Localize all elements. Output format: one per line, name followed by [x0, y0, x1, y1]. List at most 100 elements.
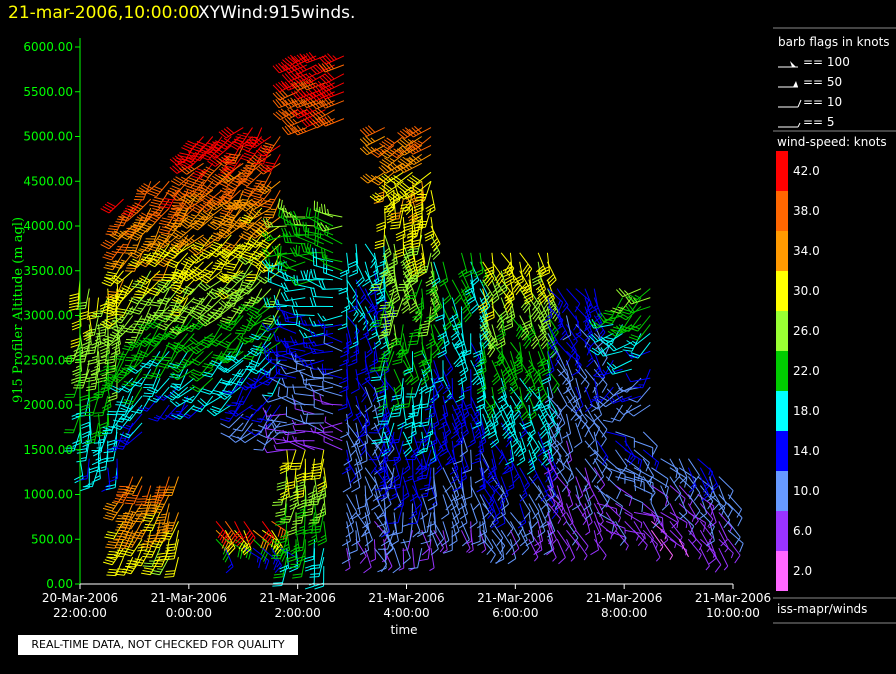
- barb-full-feather: [190, 147, 201, 153]
- barb-full-feather: [80, 487, 90, 492]
- barb-full-feather: [164, 576, 174, 578]
- barb-full-feather: [143, 562, 154, 565]
- barb-full-feather: [147, 534, 158, 537]
- barb-full-feather: [107, 571, 118, 574]
- barb-full-feather: [234, 206, 244, 209]
- barb-full-feather: [390, 212, 401, 215]
- barb-full-feather: [115, 529, 125, 532]
- barb-full-feather: [400, 540, 411, 544]
- barb-full-feather: [126, 338, 136, 341]
- wind-barb: [303, 439, 324, 451]
- barb-half-feather: [163, 323, 170, 327]
- barb-full-feather: [234, 332, 245, 335]
- barb-full-feather: [152, 355, 162, 359]
- barb-full-feather: [162, 312, 173, 314]
- barb-full-feather: [430, 548, 439, 556]
- barb-full-feather: [321, 248, 324, 258]
- barb-shaft: [346, 548, 351, 568]
- barb-half-feather: [371, 257, 376, 263]
- barb-full-feather: [165, 549, 175, 552]
- barb-full-feather: [141, 318, 152, 322]
- wind-barb: [317, 367, 343, 376]
- barb-full-feather: [242, 190, 252, 196]
- barb-full-feather: [380, 313, 391, 316]
- barb-shaft: [373, 539, 377, 560]
- barb-half-feather: [130, 510, 137, 514]
- barb-full-feather: [305, 207, 309, 217]
- wind-barb: [290, 335, 315, 346]
- barb-full-feather: [166, 543, 176, 546]
- wind-barb: [164, 557, 179, 578]
- barb-full-feather: [310, 564, 321, 567]
- barb-full-feather: [338, 379, 348, 385]
- barb-half-feather: [264, 558, 267, 564]
- barb-full-feather: [122, 347, 132, 351]
- barb-full-feather: [416, 477, 427, 480]
- barb-full-feather: [291, 225, 296, 235]
- barb-full-feather: [114, 546, 125, 549]
- barb-half-feather: [417, 475, 423, 479]
- barb-full-feather: [151, 358, 161, 361]
- barb-full-feather: [389, 227, 400, 230]
- barb-half-feather: [299, 481, 305, 484]
- barb-full-feather: [137, 507, 148, 510]
- barb-full-feather: [240, 193, 250, 198]
- barb-full-feather: [85, 331, 96, 334]
- barb-half-feather: [185, 413, 192, 417]
- barb-half-feather: [324, 368, 327, 374]
- barb-full-feather: [257, 433, 267, 439]
- barb-shaft: [384, 503, 387, 524]
- barb-full-feather: [121, 552, 132, 557]
- barb-shaft: [429, 521, 432, 542]
- barb-half-feather: [111, 501, 118, 505]
- barb-half-feather: [391, 492, 397, 497]
- barb-half-feather: [196, 347, 202, 351]
- barb-full-feather: [104, 254, 114, 258]
- barb-full-feather: [292, 519, 303, 522]
- wind-barb: [99, 288, 110, 313]
- barb-full-feather: [417, 495, 428, 498]
- barb-full-feather: [131, 285, 141, 289]
- barb-full-feather: [394, 248, 404, 253]
- barb-full-feather: [264, 213, 274, 216]
- barb-half-feather: [180, 230, 187, 234]
- wind-barb: [324, 416, 343, 433]
- barb-half-feather: [288, 231, 292, 237]
- barb-full-feather: [264, 542, 270, 552]
- barb-half-feather: [352, 269, 358, 273]
- wind-barb: [392, 548, 401, 574]
- barb-half-feather: [295, 301, 299, 307]
- barb-full-feather: [149, 375, 160, 379]
- barb-full-feather: [243, 251, 254, 256]
- barb-half-feather: [153, 321, 159, 325]
- barb-full-feather: [314, 207, 317, 218]
- wind-barb: [246, 306, 272, 320]
- barb-shaft: [323, 333, 343, 343]
- barb-full-feather: [160, 362, 170, 367]
- barb-full-feather: [132, 296, 143, 299]
- barb-full-feather: [153, 505, 164, 508]
- barb-shaft: [323, 342, 343, 352]
- barb-half-feather: [362, 391, 366, 397]
- barb-full-feather: [300, 242, 305, 253]
- wind-barb: [295, 437, 315, 451]
- barb-full-feather: [256, 157, 266, 159]
- barb-full-feather: [152, 199, 162, 203]
- barb-full-feather: [160, 220, 170, 224]
- barb-half-feather: [282, 436, 286, 443]
- barb-full-feather: [79, 394, 89, 399]
- barb-full-feather: [301, 501, 312, 505]
- barb-full-feather: [413, 349, 423, 355]
- barb-full-feather: [263, 319, 273, 323]
- barb-full-feather: [141, 300, 151, 304]
- title-product: XYWind:915winds.: [198, 3, 355, 23]
- barb-full-feather: [165, 555, 175, 558]
- wind-barb: [262, 218, 287, 228]
- barb-half-feather: [342, 358, 349, 363]
- barb-half-feather: [393, 438, 400, 441]
- barb-half-feather: [290, 525, 297, 529]
- barb-full-feather: [104, 361, 115, 365]
- barb-full-feather: [105, 251, 116, 256]
- barb-half-feather: [81, 373, 87, 376]
- barb-full-feather: [103, 266, 113, 271]
